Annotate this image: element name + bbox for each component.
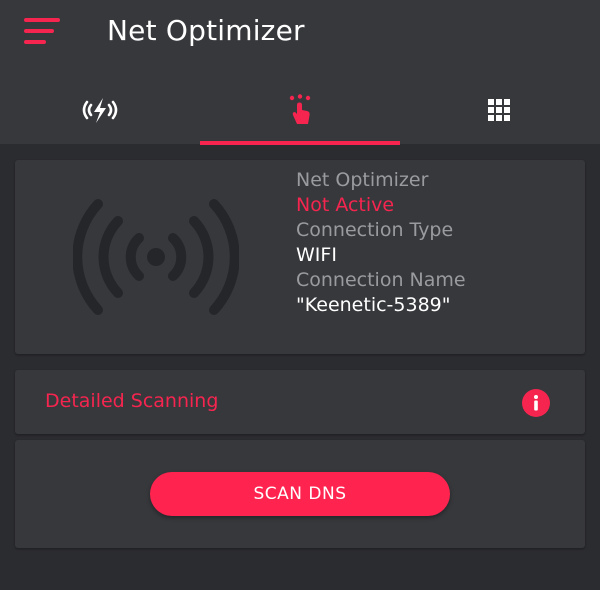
tab-touch[interactable] (200, 80, 400, 144)
wifi-signal-icon (73, 199, 239, 315)
menu-button[interactable] (24, 16, 64, 52)
scan-dns-button[interactable]: SCAN DNS (150, 472, 450, 516)
info-button[interactable] (522, 389, 550, 417)
tab-indicator (200, 141, 400, 145)
optimizer-label: Net Optimizer (296, 169, 429, 191)
connection-info: Net Optimizer Not Active Connection Type… (296, 168, 576, 318)
app-title: Net Optimizer (107, 14, 305, 47)
app-screen: Net Optimizer Net Optimizer Not Active C… (0, 0, 600, 590)
connection-type-value: WIFI (296, 244, 337, 266)
connection-name-value: "Keenetic-5389" (296, 294, 451, 316)
status-card: Net Optimizer Not Active Connection Type… (15, 160, 585, 354)
detailed-scanning-label: Detailed Scanning (45, 390, 219, 412)
app-header: Net Optimizer (0, 0, 600, 145)
detailed-scanning-card[interactable]: Detailed Scanning (15, 370, 585, 434)
touch-tap-icon (289, 94, 311, 124)
dns-card: SCAN DNS (15, 440, 585, 548)
grid-icon (488, 99, 510, 121)
connection-type-label: Connection Type (296, 219, 454, 241)
tab-boost[interactable] (0, 80, 200, 144)
info-icon (522, 389, 550, 417)
hamburger-menu-icon (24, 18, 60, 44)
broadcast-lightning-icon (82, 98, 118, 123)
tab-grid[interactable] (400, 80, 600, 144)
optimizer-status: Not Active (296, 194, 395, 216)
connection-name-label: Connection Name (296, 269, 466, 291)
